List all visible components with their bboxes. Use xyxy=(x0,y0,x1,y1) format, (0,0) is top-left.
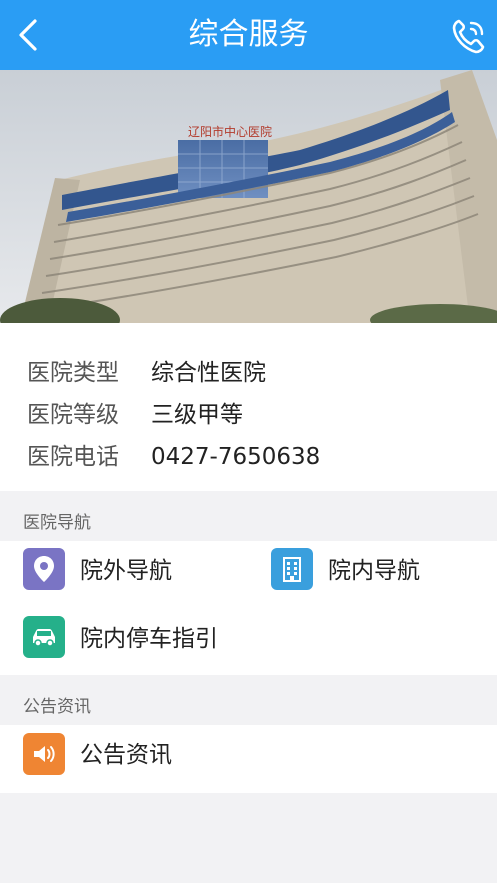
nav-empty-cell xyxy=(249,609,497,675)
info-row-phone: 医院电话 0427-7650638 xyxy=(27,437,320,471)
page-title: 综合服务 xyxy=(188,17,309,52)
nav-item-parking[interactable]: 院内停车指引 xyxy=(0,609,247,675)
info-row-level: 医院等级 三级甲等 xyxy=(27,395,243,429)
car-icon xyxy=(23,616,65,658)
info-key: 医院等级 xyxy=(27,402,119,428)
nav-item-inside[interactable]: 院内导航 xyxy=(249,541,497,607)
phone-icon xyxy=(452,19,485,54)
info-value: 三级甲等 xyxy=(151,402,243,428)
info-value: 综合性医院 xyxy=(151,360,266,386)
news-item-announcements[interactable]: 公告资讯 xyxy=(0,725,247,793)
nav-item-label: 院外导航 xyxy=(80,558,172,584)
building-icon xyxy=(271,548,313,590)
hospital-photo: 辽阳市中心医院 xyxy=(0,70,497,323)
call-button[interactable] xyxy=(449,14,489,58)
location-pin-icon xyxy=(23,548,65,590)
info-row-type: 医院类型 综合性医院 xyxy=(27,353,266,387)
section-title-nav: 医院导航 xyxy=(23,513,91,533)
info-value[interactable]: 0427-7650638 xyxy=(151,444,320,470)
app-header: 综合服务 xyxy=(0,0,497,70)
nav-item-label: 院内导航 xyxy=(328,558,420,584)
news-grid: 公告资讯 xyxy=(0,725,497,793)
nav-grid: 院外导航 院内导航 院内停车指引 xyxy=(0,541,497,675)
nav-item-outside[interactable]: 院外导航 xyxy=(0,541,247,607)
news-item-label: 公告资讯 xyxy=(80,742,172,768)
info-key: 医院类型 xyxy=(27,360,119,386)
section-title-news: 公告资讯 xyxy=(23,697,91,717)
speaker-icon xyxy=(23,733,65,775)
info-key: 医院电话 xyxy=(27,444,119,470)
hospital-sign: 辽阳市中心医院 xyxy=(188,124,272,139)
nav-item-label: 院内停车指引 xyxy=(80,626,218,652)
news-empty-cell xyxy=(249,725,497,793)
hospital-info-card: 医院类型 综合性医院 医院等级 三级甲等 医院电话 0427-7650638 xyxy=(0,323,497,491)
